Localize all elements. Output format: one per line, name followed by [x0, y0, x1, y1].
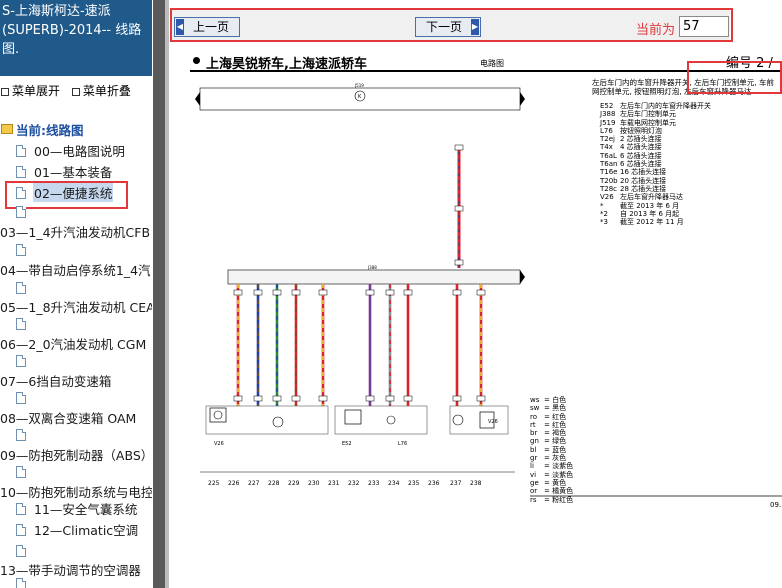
collapse-icon [71, 87, 80, 96]
book-title-header: S-上海斯柯达-速派 (SUPERB)-2014-- 线路 图. [0, 0, 152, 76]
connector-pin [452, 289, 462, 296]
document-icon [16, 578, 26, 588]
connector-pin [233, 395, 243, 402]
book-title-line-3: 图. [2, 42, 20, 57]
panel-splitter[interactable] [153, 0, 165, 588]
connector-pin [403, 289, 413, 296]
column-number: 237 [450, 480, 462, 487]
component-label-v26b: V26 [488, 419, 498, 425]
document-icon [16, 545, 26, 557]
content-panel: ◀ 上一页 下一页 ▶ 当前为 上海昊锐轿车,上海速派轿车 电路图 编号 2 /… [170, 0, 782, 588]
column-number: 232 [348, 480, 360, 487]
tree-item-05[interactable]: 05—1_8升汽油发动机 CEA [0, 297, 152, 316]
connector-pin [253, 289, 263, 296]
vertical-wires [233, 284, 486, 406]
tree-item-00[interactable]: 00—电路图说明 [34, 141, 125, 160]
connector-pin [365, 289, 375, 296]
book-title-line-2: (SUPERB)-2014-- 线路 [2, 23, 142, 38]
page-reference: 09. [770, 501, 782, 509]
connector-pin [291, 395, 301, 402]
connector-pin [272, 289, 282, 296]
book-title-line-1: S-上海斯柯达-速派 [2, 4, 111, 19]
connector-pin [403, 395, 413, 402]
tree-item-06[interactable]: 06—2_0汽油发动机 CGM [0, 334, 146, 353]
bus-top-label: J519 [354, 83, 364, 88]
connector-pin [385, 395, 395, 402]
connector-pin [318, 395, 328, 402]
document-icon [16, 206, 26, 218]
tree-item-03[interactable]: 03—1_4升汽油发动机CFB [0, 222, 150, 241]
tree-item-11[interactable]: 11—安全气囊系统 [34, 499, 137, 518]
tree-item-07[interactable]: 07—6挡自动变速箱 [0, 371, 111, 390]
connector-pin [385, 289, 395, 296]
column-number: 238 [470, 480, 482, 487]
connector-pin [272, 395, 282, 402]
wire-vertical-main [454, 144, 464, 268]
bus-mid-label: J388 [367, 265, 377, 270]
tree-item-01[interactable]: 01—基本装备 [34, 162, 112, 181]
document-icon [16, 145, 26, 157]
tree-item-13[interactable]: 13—带手动调节的空调器 [0, 560, 141, 579]
left-nav-panel: S-上海斯柯达-速派 (SUPERB)-2014-- 线路 图. 菜单展开 菜单… [0, 0, 152, 588]
component-boxes [205, 405, 509, 435]
connector-pin [291, 289, 301, 296]
tree-item-09[interactable]: 09—防抱死制动器（ABS） [0, 445, 152, 464]
document-icon [16, 318, 26, 330]
document-icon [16, 355, 26, 367]
column-number: 228 [268, 480, 280, 487]
column-number: 225 [208, 480, 220, 487]
folder-icon [1, 124, 13, 134]
component-label-e52: E52 [342, 441, 352, 447]
column-number: 227 [248, 480, 260, 487]
connector-pin [476, 289, 486, 296]
component-label-l76: L76 [398, 441, 407, 447]
document-icon [16, 392, 26, 404]
tree-item-12[interactable]: 12—Climatic空调 [34, 520, 138, 539]
column-number: 234 [388, 480, 400, 487]
document-icon [16, 282, 26, 294]
tree-item-04[interactable]: 04—带自动启停系统1_4汽 [0, 260, 151, 279]
selected-item-highlight-box [5, 181, 128, 209]
document-icon [16, 524, 26, 536]
menu-toggle-links: 菜单展开 菜单折叠 [0, 82, 131, 99]
connector-pin [233, 289, 243, 296]
connector-pin [365, 395, 375, 402]
column-number: 236 [428, 480, 440, 487]
column-number: 226 [228, 480, 240, 487]
connector-pin [318, 289, 328, 296]
document-icon [16, 244, 26, 256]
connector-pin [452, 395, 462, 402]
document-icon [16, 166, 26, 178]
connector-pin [253, 395, 263, 402]
bus-j519: K [195, 87, 525, 111]
connector-pin [476, 395, 486, 402]
document-icon [16, 429, 26, 441]
column-number: 235 [408, 480, 420, 487]
expand-icon [1, 87, 9, 96]
component-label-v26: V26 [214, 441, 224, 447]
document-icon [16, 503, 26, 515]
tree-item-08[interactable]: 08—双离合变速箱 OAM [0, 408, 136, 427]
column-number: 230 [308, 480, 320, 487]
panel-splitter-edge [165, 0, 169, 588]
menu-expand-link[interactable]: 菜单展开 [12, 84, 60, 98]
column-number: 231 [328, 480, 340, 487]
document-icon [16, 466, 26, 478]
tree-root-current[interactable]: 当前:线路图 [16, 120, 84, 139]
column-number: 229 [288, 480, 300, 487]
wiring-diagram: K J519 J388 V26 E52 L76 V26 [195, 83, 782, 497]
column-number: 233 [368, 480, 380, 487]
bus-j388 [227, 269, 525, 285]
menu-collapse-link[interactable]: 菜单折叠 [83, 84, 131, 98]
